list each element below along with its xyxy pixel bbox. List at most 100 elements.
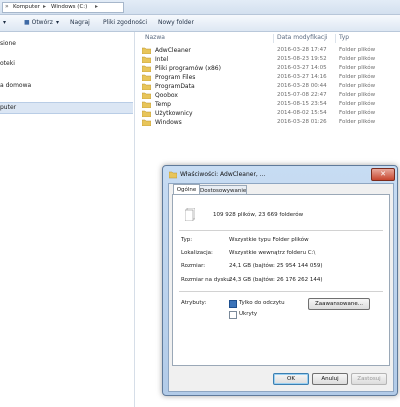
location-value: Wszystkie wewnątrz folderu C:\ <box>229 250 316 256</box>
file-name: Qoobox <box>155 92 178 99</box>
file-date: 2016-03-28 00:44 <box>277 83 327 89</box>
folder-icon <box>142 56 151 63</box>
burn-button[interactable]: Nagraj <box>70 19 90 26</box>
file-name: ProgramData <box>155 83 195 90</box>
size-label: Rozmiar: <box>181 263 206 269</box>
nav-item-homegroup[interactable]: a domowa <box>0 82 31 89</box>
breadcrumb-computer[interactable]: Komputer <box>13 4 40 10</box>
file-name: Pliki programów (x86) <box>155 65 221 72</box>
file-date: 2016-03-27 14:05 <box>277 65 327 71</box>
folder-icon <box>142 101 151 108</box>
file-date: 2016-03-27 14:16 <box>277 74 327 80</box>
folder-icon <box>142 65 151 72</box>
file-date: 2015-08-23 19:52 <box>277 56 327 62</box>
compatibility-files-button[interactable]: Pliki zgodności <box>103 19 147 26</box>
files-icon <box>185 208 195 221</box>
file-type: Folder plików <box>339 74 376 80</box>
size-value: 24,1 GB (bajtów: 25 954 144 059) <box>229 263 323 269</box>
folder-icon <box>142 119 151 126</box>
chevron-right-icon[interactable]: ▸ <box>43 3 46 10</box>
open-icon: ■ <box>24 19 30 26</box>
chevron-down-icon[interactable]: ▾ <box>56 19 59 26</box>
hidden-checkbox[interactable] <box>229 311 237 319</box>
nav-item-favorites[interactable]: sione <box>0 40 16 47</box>
breadcrumb[interactable]: » Komputer ▸ Windows (C:) ▸ <box>2 2 124 13</box>
open-button[interactable]: ■ Otwórz <box>24 19 53 26</box>
column-type-header[interactable]: Typ <box>339 34 349 41</box>
size-on-disk-value: 24,3 GB (bajtów: 26 176 262 144) <box>229 277 323 283</box>
divider <box>179 291 383 292</box>
close-icon: ✕ <box>380 170 386 178</box>
folder-icon <box>169 171 177 179</box>
file-date: 2016-03-28 17:47 <box>277 47 327 53</box>
file-type: Folder plików <box>339 56 376 62</box>
chevron-right-icon[interactable]: » <box>5 3 9 10</box>
file-row[interactable]: AdwCleaner 2016-03-28 17:47 Folder plikó… <box>140 46 400 55</box>
file-row[interactable]: Intel 2015-08-23 19:52 Folder plików <box>140 55 400 64</box>
location-label: Lokalizacja: <box>181 250 213 256</box>
file-type: Folder plików <box>339 101 376 107</box>
advanced-button[interactable]: Zaawansowane... <box>308 298 370 310</box>
chevron-right-icon[interactable]: ▸ <box>95 3 98 10</box>
file-type: Folder plików <box>339 83 376 89</box>
file-row[interactable]: Pliki programów (x86) 2016-03-27 14:05 F… <box>140 64 400 73</box>
nav-item-computer[interactable]: puter <box>0 104 16 111</box>
file-type: Folder plików <box>339 110 376 116</box>
file-type: Folder plików <box>339 92 376 98</box>
file-name: Program Files <box>155 74 196 81</box>
dropdown-arrow-icon[interactable]: ▾ <box>3 19 6 26</box>
file-name: Użytkownicy <box>155 110 193 117</box>
folder-icon <box>142 92 151 99</box>
file-row[interactable]: Temp 2015-08-15 23:54 Folder plików <box>140 100 400 109</box>
attributes-label: Atrybuty: <box>181 300 207 306</box>
ok-button[interactable]: OK <box>273 373 309 385</box>
divider <box>179 230 383 231</box>
readonly-label: Tylko do odczytu <box>239 300 285 306</box>
file-name: Temp <box>155 101 171 108</box>
readonly-checkbox[interactable] <box>229 300 237 308</box>
dialog-body: Ogólne Dostosowywanie 109 928 plików, 23… <box>168 183 394 392</box>
tab-panel-general: 109 928 plików, 23 669 folderów Typ: Wsz… <box>172 194 390 366</box>
file-row[interactable]: ProgramData 2016-03-28 00:44 Folder plik… <box>140 82 400 91</box>
file-date: 2015-07-08 22:47 <box>277 92 327 98</box>
column-headers: Nazwa Data modyfikacji Typ <box>140 34 400 44</box>
file-name: Windows <box>155 119 182 126</box>
cancel-button[interactable]: Anuluj <box>312 373 348 385</box>
folder-icon <box>142 74 151 81</box>
new-folder-button[interactable]: Nowy folder <box>158 19 194 26</box>
address-bar: » Komputer ▸ Windows (C:) ▸ <box>0 0 400 15</box>
column-date-header[interactable]: Data modyfikacji <box>277 34 328 41</box>
navigation-pane: sione oteki a domowa puter <box>0 32 135 407</box>
file-type: Folder plików <box>339 65 376 71</box>
dialog-title: Właściwości: AdwCleaner, ... <box>180 171 266 178</box>
file-row[interactable]: Qoobox 2015-07-08 22:47 Folder plików <box>140 91 400 100</box>
folder-icon <box>142 83 151 90</box>
file-name: Intel <box>155 56 169 63</box>
selection-summary: 109 928 plików, 23 669 folderów <box>213 212 304 218</box>
column-divider[interactable] <box>335 34 336 43</box>
folder-icon <box>142 47 151 54</box>
file-type: Folder plików <box>339 119 376 125</box>
column-divider[interactable] <box>273 34 274 43</box>
file-row[interactable]: Windows 2016-03-28 01:26 Folder plików <box>140 118 400 127</box>
file-name: AdwCleaner <box>155 47 191 54</box>
column-name-header[interactable]: Nazwa <box>145 34 165 41</box>
file-date: 2016-03-28 01:26 <box>277 119 327 125</box>
apply-button[interactable]: Zastosuj <box>351 373 387 385</box>
file-date: 2015-08-15 23:54 <box>277 101 327 107</box>
file-date: 2014-08-02 15:54 <box>277 110 327 116</box>
type-label: Typ: <box>181 237 193 243</box>
properties-dialog: Właściwości: AdwCleaner, ... ✕ Ogólne Do… <box>162 165 398 396</box>
size-on-disk-label: Rozmiar na dysku: <box>181 277 232 283</box>
close-button[interactable]: ✕ <box>371 168 395 181</box>
hidden-label: Ukryty <box>239 311 258 317</box>
nav-selection-highlight <box>0 102 133 114</box>
type-value: Wszystkie typu Folder plików <box>229 237 309 243</box>
file-type: Folder plików <box>339 47 376 53</box>
nav-item-libraries[interactable]: oteki <box>0 60 15 67</box>
file-row[interactable]: Użytkownicy 2014-08-02 15:54 Folder plik… <box>140 109 400 118</box>
breadcrumb-drive[interactable]: Windows (C:) <box>51 4 87 10</box>
command-bar: ▾ ■ Otwórz ▾ Nagraj Pliki zgodności Nowy… <box>0 15 400 32</box>
file-row[interactable]: Program Files 2016-03-27 14:16 Folder pl… <box>140 73 400 82</box>
folder-icon <box>142 110 151 117</box>
